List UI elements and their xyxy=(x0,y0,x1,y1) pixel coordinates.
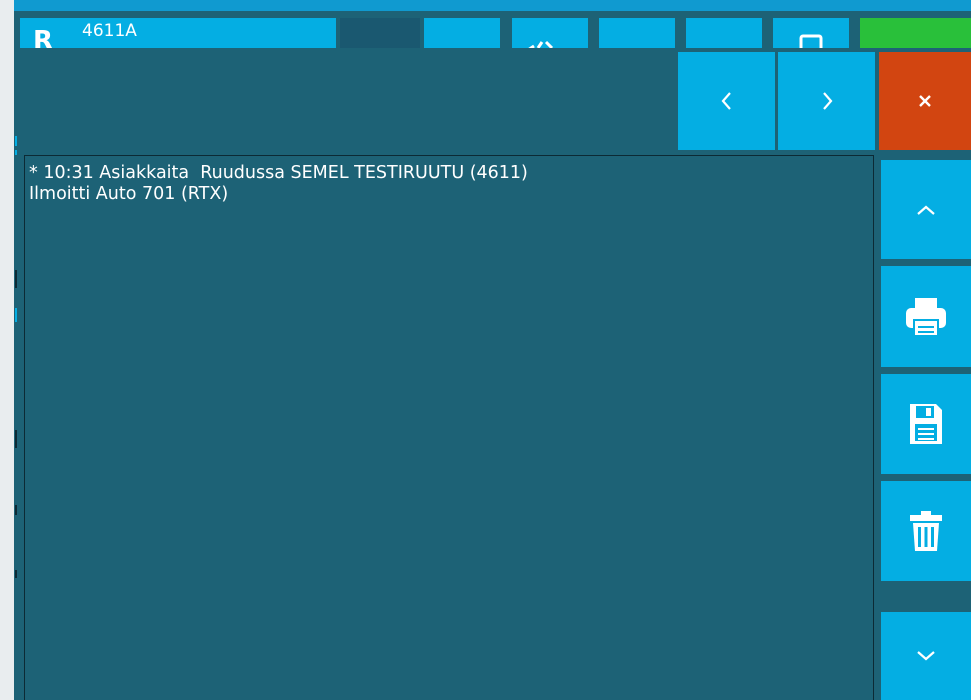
chevron-up-icon xyxy=(917,205,935,215)
chevron-right-icon xyxy=(822,92,832,110)
margin-mark xyxy=(15,136,17,146)
item-code: 4611A xyxy=(82,21,137,41)
tab-5[interactable] xyxy=(686,18,762,48)
delete-button[interactable] xyxy=(881,481,971,581)
prev-button[interactable] xyxy=(678,52,775,150)
close-button[interactable] xyxy=(879,52,971,150)
margin-mark xyxy=(15,505,17,515)
scroll-up-button[interactable] xyxy=(881,160,971,259)
close-icon xyxy=(919,95,931,107)
margin-mark xyxy=(15,150,17,155)
code-icon xyxy=(528,40,554,48)
scroll-down-button[interactable] xyxy=(881,612,971,700)
log-line: * 10:31 Asiakkaita Ruudussa SEMEL TESTIR… xyxy=(29,163,528,183)
tab-3[interactable] xyxy=(512,18,588,48)
printer-icon xyxy=(906,297,946,337)
chevron-left-icon xyxy=(721,92,731,110)
status-indicator xyxy=(860,18,971,48)
message-log[interactable]: * 10:31 Asiakkaita Ruudussa SEMEL TESTIR… xyxy=(24,155,874,700)
margin-mark xyxy=(15,430,17,448)
floppy-disk-icon xyxy=(910,404,942,444)
print-button[interactable] xyxy=(881,266,971,367)
tab-4[interactable] xyxy=(599,18,675,48)
tab-dark[interactable] xyxy=(340,18,420,48)
next-button[interactable] xyxy=(778,52,875,150)
left-edge xyxy=(0,0,14,700)
tab-2[interactable] xyxy=(424,18,500,48)
tab-selected-item[interactable]: R 4611A xyxy=(20,18,336,54)
margin-mark xyxy=(15,570,17,578)
chevron-down-icon xyxy=(917,651,935,661)
tab-6[interactable] xyxy=(773,18,849,48)
margin-mark xyxy=(15,270,17,288)
margin-mark xyxy=(15,308,17,322)
log-line: Ilmoitti Auto 701 (RTX) xyxy=(29,184,229,204)
save-button[interactable] xyxy=(881,374,971,474)
top-frame xyxy=(0,0,971,11)
trash-icon xyxy=(910,511,942,551)
window-icon xyxy=(799,34,823,48)
